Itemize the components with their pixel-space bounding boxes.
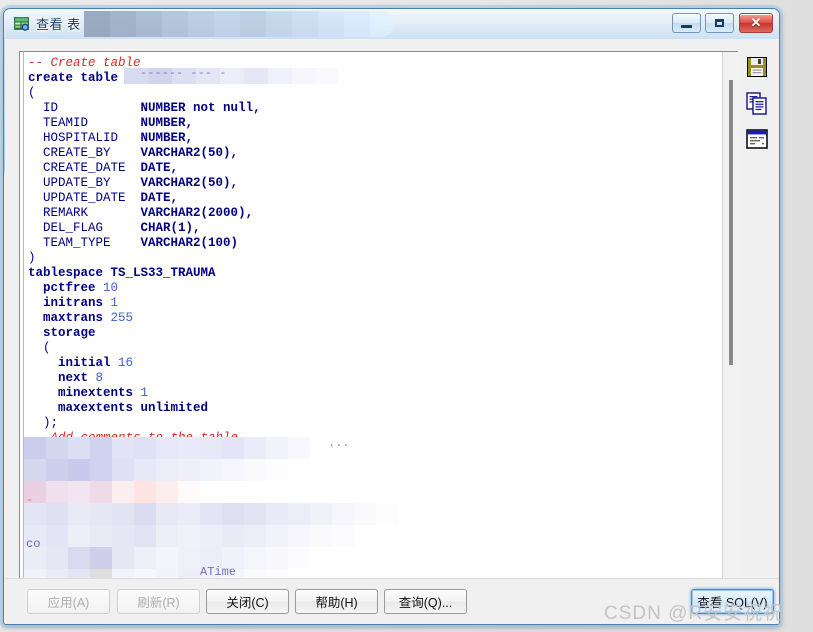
sql-token: 8 bbox=[95, 371, 104, 385]
sql-line: ); bbox=[28, 416, 724, 431]
sql-token: storage bbox=[43, 326, 96, 340]
sql-token: CREATE_DATE bbox=[43, 161, 141, 175]
sql-line: CREATE_BY VARCHAR2(50), bbox=[28, 146, 724, 161]
sql-lower-redaction-blur: -coATime- bbox=[24, 437, 464, 589]
help-button[interactable]: 帮助(H) bbox=[295, 589, 378, 614]
sql-token: tablespace TS_LS33_TRAUMA bbox=[28, 266, 216, 280]
sql-line: ID NUMBER not null, bbox=[28, 101, 724, 116]
minimize-button[interactable] bbox=[672, 13, 701, 33]
sql-token: UPDATE_DATE bbox=[43, 191, 141, 205]
sql-token: ); bbox=[43, 416, 59, 430]
sql-line: DEL_FLAG CHAR(1), bbox=[28, 221, 724, 236]
sql-token: ( bbox=[28, 86, 36, 100]
sql-token: initrans bbox=[43, 296, 111, 310]
sql-editor-panel: -- Create table create table ( ID NUMBER … bbox=[19, 51, 738, 590]
dialog-button-bar: 应用(A) 刷新(R) 关闭(C) 帮助(H) 查询(Q)... 查看 SQL(… bbox=[5, 578, 779, 624]
table-name-redaction-blur: ------ --- - bbox=[124, 68, 340, 84]
sql-token: TEAMID bbox=[43, 116, 141, 130]
sql-token: VARCHAR2(100) bbox=[140, 236, 239, 250]
sql-token: VARCHAR2(50), bbox=[140, 176, 239, 190]
sql-line: maxtrans 255 bbox=[28, 311, 724, 326]
sql-token: VARCHAR2(2000), bbox=[140, 206, 254, 220]
sql-line: ( bbox=[28, 341, 724, 356]
sql-token: minextents bbox=[58, 386, 141, 400]
copy-icon[interactable] bbox=[745, 91, 769, 115]
report-window-icon[interactable] bbox=[745, 127, 769, 151]
sql-token: CHAR(1), bbox=[140, 221, 201, 235]
maximize-icon bbox=[706, 14, 733, 32]
redacted-text-fragment: - bbox=[26, 493, 34, 507]
query-button[interactable]: 查询(Q)... bbox=[384, 589, 467, 614]
sql-line: HOSPITALID NUMBER, bbox=[28, 131, 724, 146]
minimize-icon bbox=[673, 14, 700, 32]
sql-token: 1 bbox=[110, 296, 119, 310]
save-icon[interactable] bbox=[745, 55, 769, 79]
sql-token: 1 bbox=[140, 386, 149, 400]
sql-line: minextents 1 bbox=[28, 386, 724, 401]
view-table-dialog: 查看 表 ✕ -- Create table create table ( ID … bbox=[3, 8, 780, 625]
sql-token: 10 bbox=[103, 281, 119, 295]
sql-token: create table bbox=[28, 71, 126, 85]
sql-line: next 8 bbox=[28, 371, 724, 386]
sql-token: ) bbox=[28, 251, 36, 265]
sql-token: UPDATE_BY bbox=[43, 176, 141, 190]
redacted-text-fragment: ATime bbox=[200, 565, 237, 579]
sql-token: maxtrans bbox=[43, 311, 111, 325]
sql-line: REMARK VARCHAR2(2000), bbox=[28, 206, 724, 221]
sql-line: TEAM_TYPE VARCHAR2(100) bbox=[28, 236, 724, 251]
maximize-button[interactable] bbox=[705, 13, 734, 33]
sql-token: ID bbox=[43, 101, 141, 115]
sql-token: maxextents unlimited bbox=[58, 401, 209, 415]
sql-token: initial bbox=[58, 356, 119, 370]
sql-line: UPDATE_BY VARCHAR2(50), bbox=[28, 176, 724, 191]
sql-token: CREATE_BY bbox=[43, 146, 141, 160]
sql-token: 16 bbox=[118, 356, 134, 370]
apply-button[interactable]: 应用(A) bbox=[27, 589, 110, 614]
refresh-button[interactable]: 刷新(R) bbox=[117, 589, 200, 614]
sql-line: TEAMID NUMBER, bbox=[28, 116, 724, 131]
sql-token: DATE, bbox=[140, 161, 179, 175]
close-button[interactable]: ✕ bbox=[739, 13, 773, 33]
redacted-text-fragment: co bbox=[26, 537, 41, 551]
sql-line: maxextents unlimited bbox=[28, 401, 724, 416]
close-dialog-button[interactable]: 关闭(C) bbox=[206, 589, 289, 614]
sql-token: TEAM_TYPE bbox=[43, 236, 141, 250]
sql-line: UPDATE_DATE DATE, bbox=[28, 191, 724, 206]
sql-line: tablespace TS_LS33_TRAUMA bbox=[28, 266, 724, 281]
tool-icon-column bbox=[745, 55, 773, 163]
sql-line: initial 16 bbox=[28, 356, 724, 371]
sql-line: initrans 1 bbox=[28, 296, 724, 311]
title-redaction-blur bbox=[84, 11, 394, 37]
sql-token: HOSPITALID bbox=[43, 131, 141, 145]
sql-token: ( bbox=[43, 341, 51, 355]
sql-line: pctfree 10 bbox=[28, 281, 724, 296]
window-title: 查看 表 bbox=[36, 17, 81, 32]
sql-token: NUMBER, bbox=[140, 116, 194, 130]
sql-line: ) bbox=[28, 251, 724, 266]
sql-token: NUMBER, bbox=[140, 131, 194, 145]
sql-token: next bbox=[58, 371, 96, 385]
sql-line: storage bbox=[28, 326, 724, 341]
table-view-icon bbox=[14, 17, 29, 31]
vertical-scrollbar[interactable] bbox=[722, 52, 738, 589]
sql-token: DEL_FLAG bbox=[43, 221, 141, 235]
title-bar[interactable]: 查看 表 ✕ bbox=[4, 9, 779, 39]
sql-line: ( bbox=[28, 86, 724, 101]
view-sql-button[interactable]: 查看 SQL(V) bbox=[691, 589, 774, 614]
sql-token: pctfree bbox=[43, 281, 104, 295]
close-icon: ✕ bbox=[750, 15, 762, 30]
sql-token: VARCHAR2(50), bbox=[140, 146, 239, 160]
dialog-client-area: -- Create table create table ( ID NUMBER … bbox=[5, 39, 779, 624]
scrollbar-thumb[interactable] bbox=[729, 80, 733, 365]
redacted-text-fragment: ... bbox=[328, 436, 350, 450]
sql-token: REMARK bbox=[43, 206, 141, 220]
sql-line: CREATE_DATE DATE, bbox=[28, 161, 724, 176]
sql-token: DATE, bbox=[140, 191, 179, 205]
redacted-text-fragment: ------ --- - bbox=[140, 68, 227, 80]
sql-token: NUMBER not null, bbox=[140, 101, 261, 115]
sql-token: 255 bbox=[110, 311, 134, 325]
